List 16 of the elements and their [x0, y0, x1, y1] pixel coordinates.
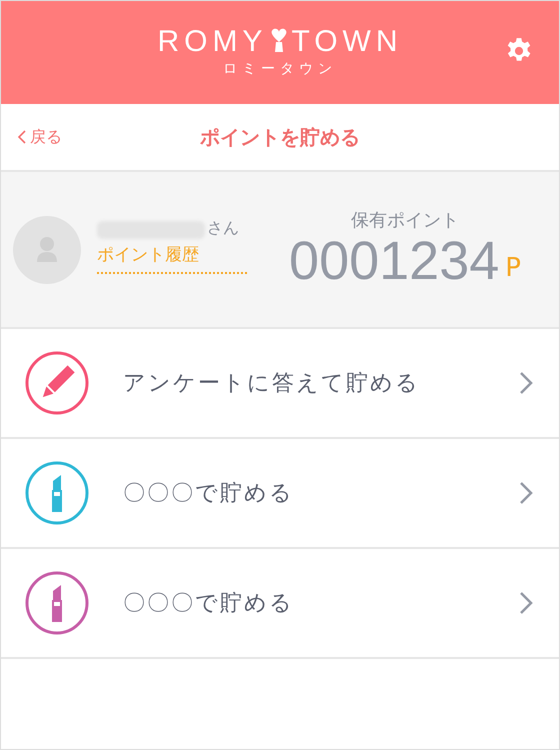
- menu-item[interactable]: アンケートに答えて貯める: [1, 329, 559, 439]
- back-chevron-icon: [17, 130, 27, 144]
- avatar-icon: [13, 216, 81, 284]
- points-label: 保有ポイント: [351, 208, 459, 232]
- chevron-icon: [519, 371, 533, 395]
- chevron-icon: [519, 481, 533, 505]
- logo-subtitle: ロミータウン: [222, 60, 337, 78]
- chevron-icon: [519, 591, 533, 615]
- logo-text: ROMY: [157, 27, 268, 57]
- menu-item[interactable]: 〇〇〇で貯める: [1, 549, 559, 659]
- honorific-text: さん: [207, 218, 239, 238]
- points-value: 0001234: [289, 232, 500, 292]
- logo-text: TOWN: [291, 27, 403, 57]
- points-unit: P: [505, 253, 521, 284]
- menu-item[interactable]: 〇〇〇で貯める: [1, 439, 559, 549]
- page-title: ポイントを貯める: [200, 124, 360, 150]
